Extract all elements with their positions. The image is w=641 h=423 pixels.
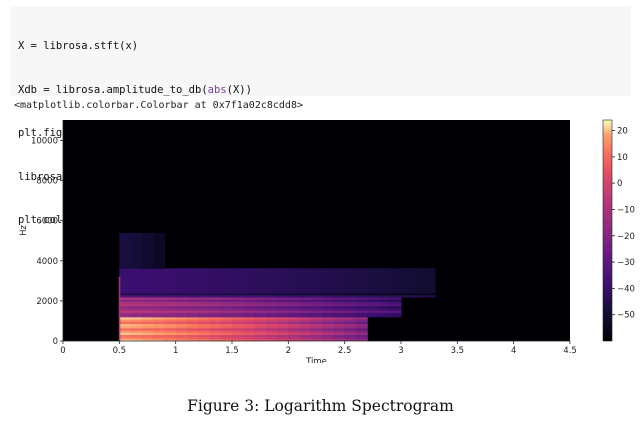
colorbar-ticks: 20 10 0 −10 −20 −30 −40 −50 <box>612 127 635 321</box>
x-tick-label: 2.5 <box>338 346 352 356</box>
spectrogram-cell <box>130 232 143 236</box>
spectrogram-cell <box>299 268 312 272</box>
spectrogram-cell <box>310 268 323 272</box>
figure-caption: Figure 3: Logarithm Spectrogram <box>187 397 454 415</box>
spectrogram-cell <box>254 268 267 272</box>
colorbar-tick-label: −50 <box>617 311 635 321</box>
spectrogram-cell <box>175 268 188 272</box>
spectrogram-cell <box>322 268 334 272</box>
x-tick-label: 0.5 <box>113 346 127 356</box>
onset-line <box>118 276 121 341</box>
spectrogram-cell <box>389 268 402 272</box>
spectrogram-cell <box>333 268 346 272</box>
x-tick-label: 1 <box>173 346 178 356</box>
spectrogram-cell <box>355 268 368 272</box>
colorbar-tick-label: −20 <box>617 232 635 242</box>
spectrogram-figure: 0 0.5 1 1.5 2 2.5 3 3.5 4 4.502000400060008000100… <box>19 119 635 363</box>
spectrogram-cell <box>220 268 233 272</box>
code-token: Xdb = librosa.amplitude_to_db( <box>18 83 208 96</box>
spectrogram-cell <box>277 268 289 272</box>
x-tick-label: 4.5 <box>563 346 577 356</box>
code-token: X = librosa.stft(x) <box>18 40 139 52</box>
x-tick-label: 1.5 <box>225 346 239 356</box>
spectrogram-cell <box>344 268 357 272</box>
x-tick-label: 3.5 <box>451 346 465 356</box>
code-cell[interactable]: X = librosa.stft(x) Xdb = librosa.amplit… <box>10 6 631 226</box>
y-tick-label: 2000 <box>36 297 58 307</box>
colorbar-tick-label: 20 <box>617 127 628 137</box>
y-axis-label: Hz <box>19 225 29 236</box>
spectrogram-cell <box>141 232 154 236</box>
x-tick-label: 2 <box>286 346 291 356</box>
spectrogram-cell <box>198 268 211 272</box>
spectrogram-cell <box>265 268 278 272</box>
spectrogram-cell <box>232 268 244 272</box>
colorbar <box>602 119 613 342</box>
spectrogram-cell <box>412 268 425 272</box>
spectrogram-cell <box>153 232 165 236</box>
x-tick-label: 3 <box>398 346 403 356</box>
code-token: abs <box>207 83 227 96</box>
y-tick-label: 8000 <box>36 177 58 187</box>
y-tick-label: 10000 <box>31 137 58 147</box>
spectrogram-cell <box>209 268 222 272</box>
spectrogram-cell <box>367 268 380 272</box>
colorbar-tick-label: −10 <box>617 205 635 215</box>
spectrogram-cell <box>423 268 436 272</box>
colorbar-tick-label: 0 <box>617 179 622 189</box>
x-axis-label: Time <box>305 357 327 363</box>
colorbar-tick-label: 10 <box>617 153 628 163</box>
colorbar-tick-label: −30 <box>617 258 635 268</box>
code-line: Xdb = librosa.amplitude_to_db(abs(X)) <box>18 83 623 98</box>
spectrogram-cell <box>401 268 413 272</box>
y-tick-label: 4000 <box>36 257 58 267</box>
spectrogram-cell <box>378 268 391 272</box>
code-token: (X)) <box>226 83 252 96</box>
x-tick-label: 4 <box>511 346 516 356</box>
code-line: X = librosa.stft(x) <box>18 39 623 54</box>
spectrogram-cell <box>243 268 256 272</box>
spectrogram-cell <box>186 268 199 272</box>
spectrogram-cell <box>119 232 132 236</box>
cell-output-text: <matplotlib.colorbar.Colorbar at 0x7f1a0… <box>14 100 303 111</box>
spectrogram-cell <box>288 268 301 272</box>
y-tick-label: 6000 <box>36 217 58 227</box>
y-tick-label: 0 <box>53 337 58 347</box>
colorbar-tick-label: −40 <box>617 284 635 294</box>
x-tick-label: 0 <box>60 346 65 356</box>
spectrogram-cell <box>164 268 177 272</box>
